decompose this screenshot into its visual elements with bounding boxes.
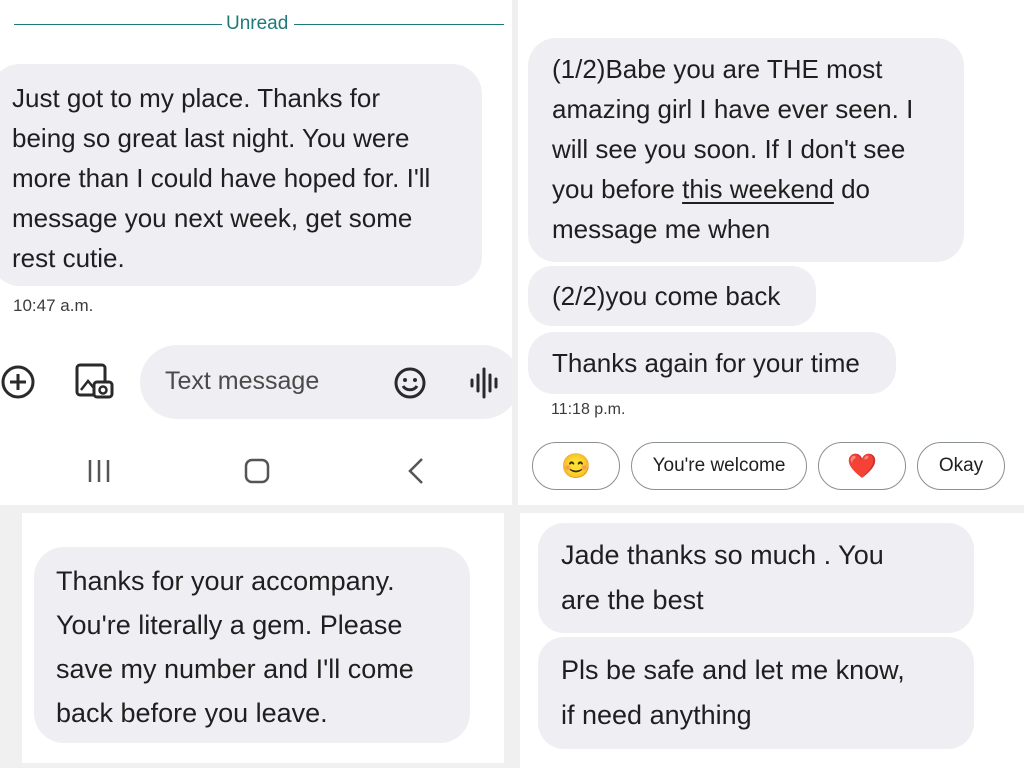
message-bubble[interactable]: Thanks for your accompany. You're litera… [34,547,470,743]
message-line: rest cutie. [12,243,125,273]
smart-reply-youre-welcome[interactable]: You're welcome [631,442,807,490]
red-heart-emoji: ❤️ [847,452,877,480]
smart-reply-label: Okay [938,455,984,476]
message-bubble[interactable]: (1/2)Babe you are THE most amazing girl … [528,38,964,262]
message-line: message you next week, get some [12,203,413,233]
message-line: Just got to my place. Thanks for [12,83,381,113]
message-line: Thanks for your accompany. [56,566,395,596]
recents-icon[interactable] [84,456,114,486]
home-icon[interactable] [242,456,272,486]
message-text: (2/2)you come back [552,281,781,311]
message-line: back before you leave. [56,698,328,728]
message-line: message me when [552,214,771,244]
add-icon[interactable] [0,362,40,402]
smart-reply-okay[interactable]: Okay [917,442,1005,490]
voice-icon[interactable] [468,365,504,401]
gallery-icon[interactable] [74,362,116,404]
message-bubble[interactable]: Pls be safe and let me know, if need any… [538,637,974,749]
message-bubble[interactable]: Thanks again for your time [528,332,896,394]
message-line: Pls be safe and let me know, [561,655,905,685]
message-line: if need anything [561,700,752,730]
message-text: Thanks again for your time [552,348,860,378]
smiling-face-emoji: 😊 [561,452,591,480]
compose-placeholder: Text message [165,367,320,395]
message-line: you before this weekend do [552,169,964,209]
unread-divider-label: Unread [226,13,289,34]
message-bubble[interactable]: Just got to my place. Thanks for being s… [0,64,482,286]
message-line: are the best [561,585,704,615]
panel-bottom-right: Jade thanks so much . You are the best P… [520,513,1024,768]
message-line: will see you soon. If I don't see [552,134,906,164]
message-text: do [833,174,871,204]
panel-bottom-left: Thanks for your accompany. You're litera… [22,513,504,763]
message-timestamp: 10:47 a.m. [13,296,94,315]
message-line: save my number and I'll come [56,654,414,684]
message-line: Jade thanks so much . You [561,540,884,570]
message-timestamp: 11:18 p.m. [551,401,626,418]
compose-input[interactable]: Text message [140,345,512,419]
emoji-icon[interactable] [392,365,428,401]
smart-reply-heart[interactable]: ❤️ [818,442,906,490]
smart-reply-label: You're welcome [652,455,786,476]
unread-divider-line-left [14,24,222,25]
message-line: more than I could have hoped for. I'll [12,163,431,193]
panel-top-left: Unread Just got to my place. Thanks for … [0,0,512,505]
unread-divider-line-right [294,24,504,25]
message-line: You're literally a gem. Please [56,610,403,640]
message-line: amazing girl I have ever seen. I [552,94,914,124]
message-line: (1/2)Babe you are THE most [552,54,883,84]
panel-top-right: (1/2)Babe you are THE most amazing girl … [518,0,1024,505]
message-bubble[interactable]: (2/2)you come back [528,266,816,326]
back-icon[interactable] [402,456,432,486]
smart-reply-emoji[interactable]: 😊 [532,442,620,490]
message-text: you before [552,174,683,204]
date-link[interactable]: this weekend [682,174,834,204]
message-bubble[interactable]: Jade thanks so much . You are the best [538,523,974,633]
message-line: being so great last night. You were [12,123,410,153]
